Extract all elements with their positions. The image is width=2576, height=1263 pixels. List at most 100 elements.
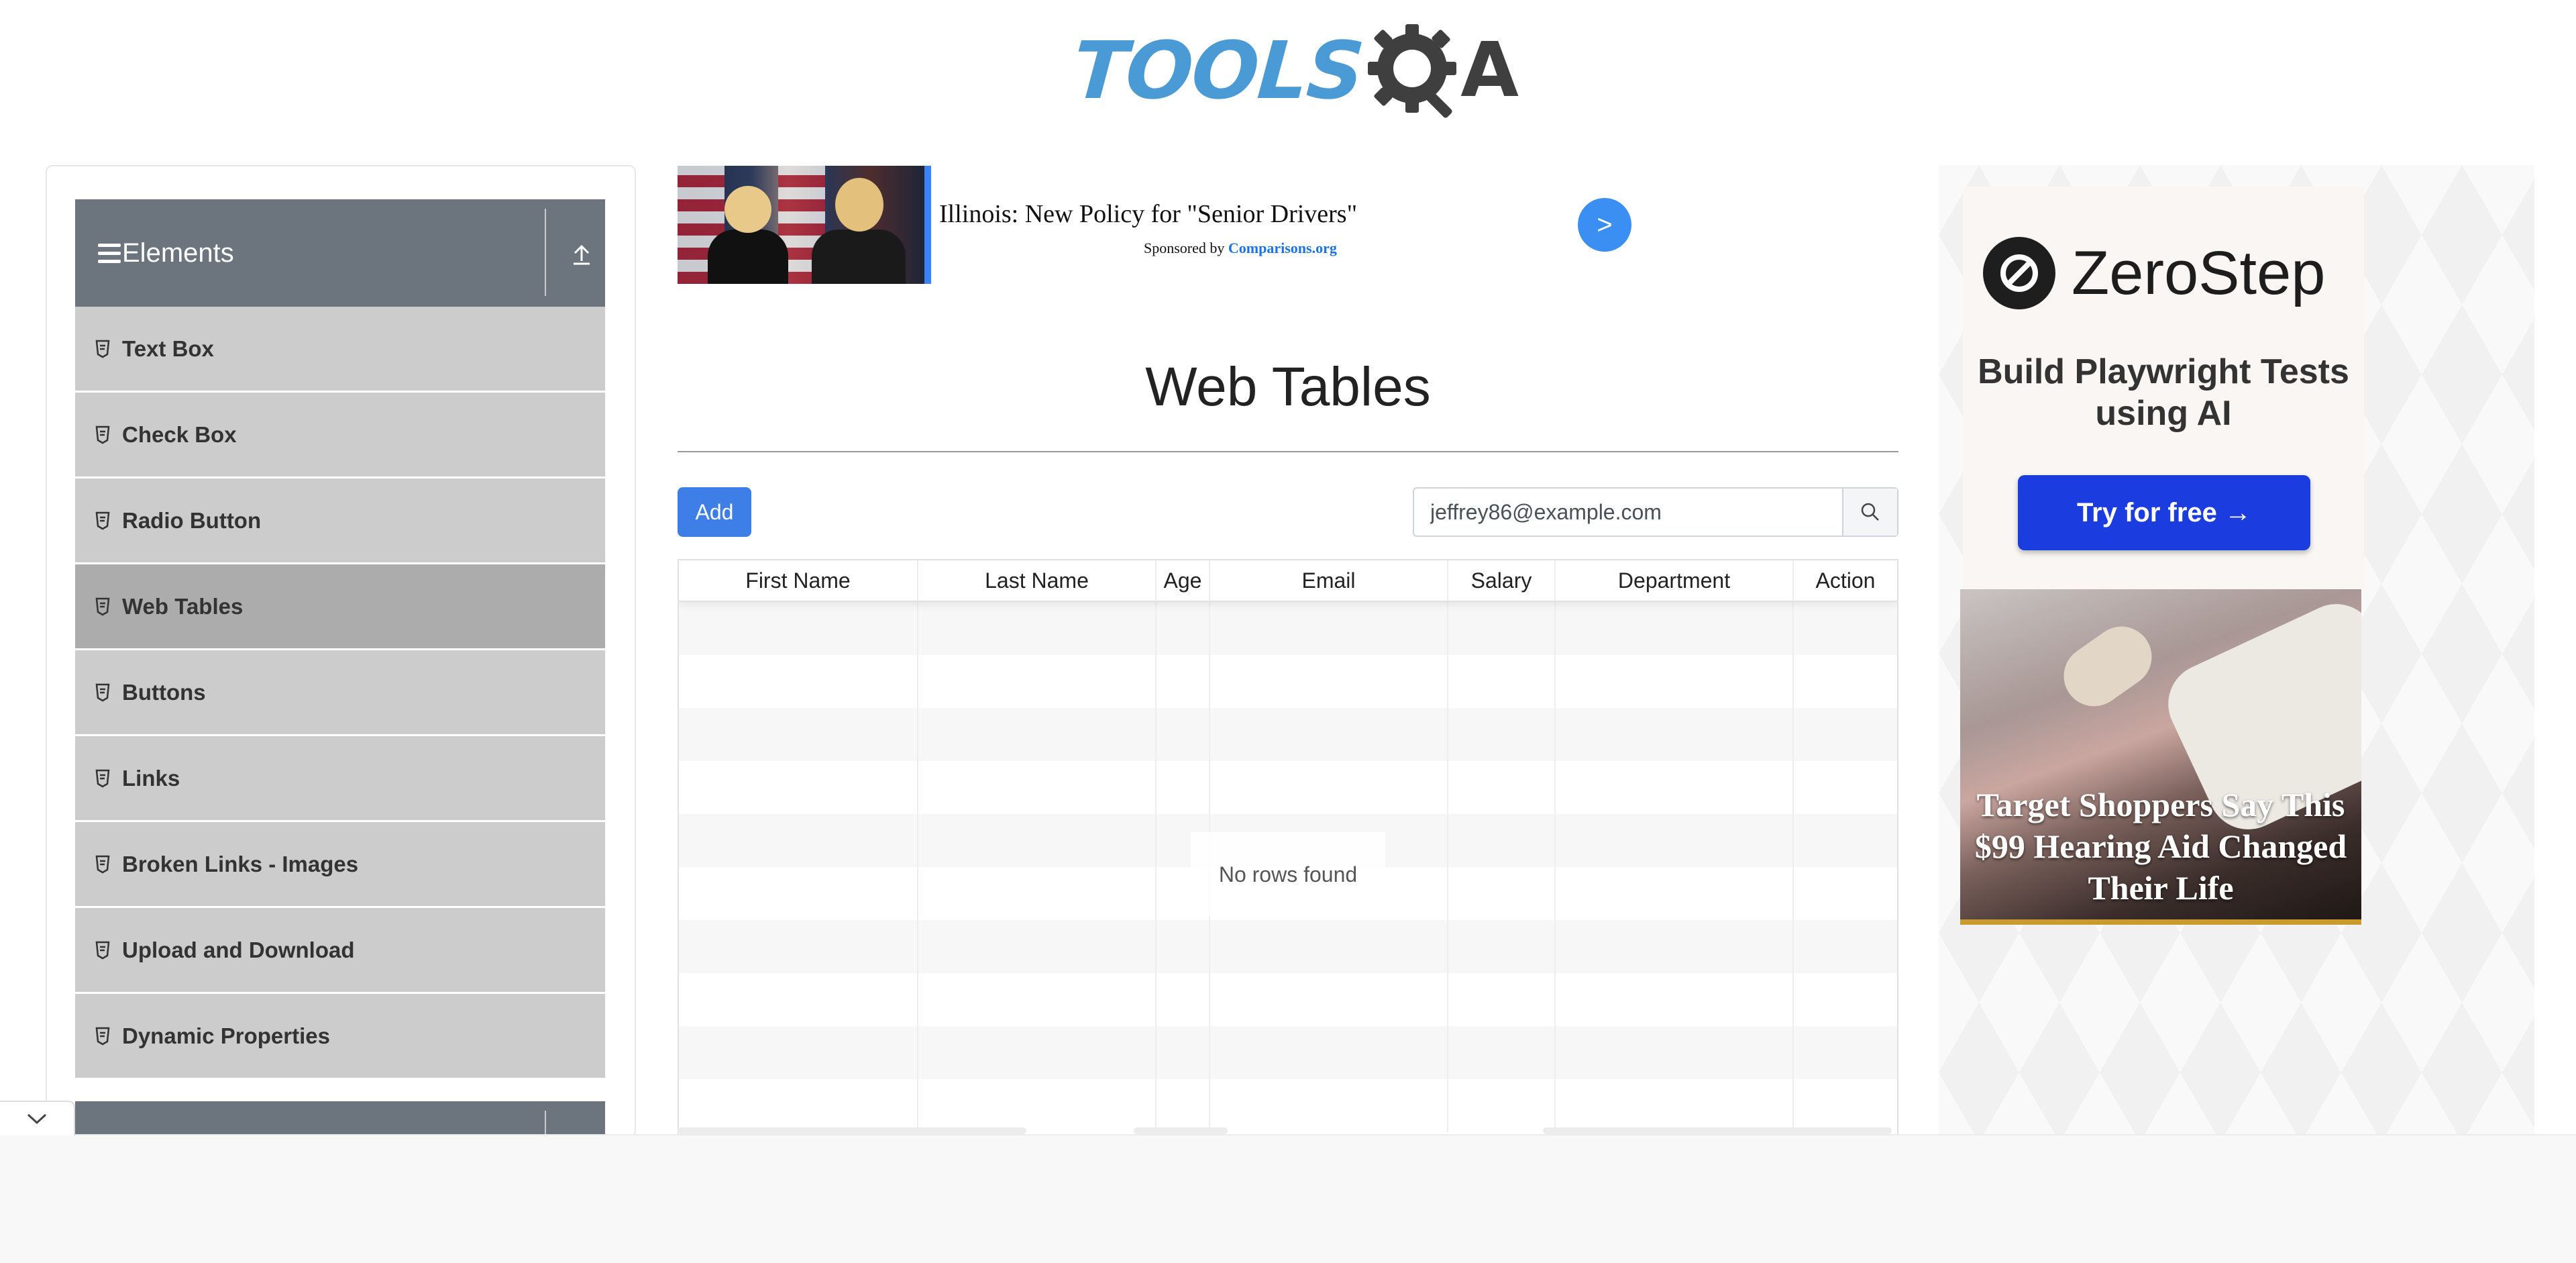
ad-photo-figure — [724, 186, 771, 233]
sidebar-group-elements[interactable]: Elements — [75, 199, 605, 307]
element-badge-icon — [95, 340, 110, 358]
table-cell — [1794, 655, 1897, 708]
scroll-track-segment — [1134, 1127, 1228, 1134]
table-cell — [1556, 920, 1794, 973]
ad-arrow-button[interactable]: > — [1578, 198, 1631, 252]
table-cell — [1448, 973, 1556, 1026]
column-header-action[interactable]: Action — [1794, 560, 1897, 601]
sidebar-item-radio-button[interactable]: Radio Button — [75, 478, 605, 564]
logo-text-a: A — [1460, 27, 1519, 114]
hearing-aid-headline[interactable]: Target Shoppers Say This $99 Hearing Aid… — [1960, 784, 2361, 909]
table-cell — [1210, 920, 1448, 973]
element-badge-icon — [95, 425, 110, 444]
table-cell — [1794, 761, 1897, 814]
ad-sponsor-link[interactable]: Comparisons.org — [1228, 240, 1337, 256]
scroll-track-segment — [678, 1127, 1026, 1134]
table-cell — [679, 867, 918, 920]
sidebar-item-text-box[interactable]: Text Box — [75, 307, 605, 393]
table-cell — [1157, 655, 1210, 708]
sidebar-item-label: Broken Links - Images — [122, 851, 359, 876]
table-row — [679, 1079, 1897, 1132]
table-cell — [1794, 920, 1897, 973]
table-cell — [1794, 602, 1897, 655]
table-cell — [1556, 1079, 1794, 1132]
table-cell — [679, 761, 918, 814]
table-cell — [1210, 1026, 1448, 1079]
table-cell — [918, 761, 1157, 814]
no-rows-message: No rows found — [1191, 832, 1385, 917]
table-row — [679, 920, 1897, 973]
sidebar-item-web-tables[interactable]: Web Tables — [75, 564, 605, 650]
table-cell — [1157, 602, 1210, 655]
table-row — [679, 655, 1897, 708]
sidebar-item-label: Links — [122, 765, 180, 791]
sidebar-item-dynamic-properties[interactable]: Dynamic Properties — [75, 994, 605, 1080]
sidebar-item-buttons[interactable]: Buttons — [75, 650, 605, 736]
ad-photo-figure — [835, 178, 883, 232]
sidebar-group-next[interactable] — [75, 1101, 605, 1135]
table-cell — [679, 602, 918, 655]
hearing-aid-ad[interactable]: Target Shoppers Say This $99 Hearing Aid… — [1960, 589, 2361, 925]
table-cell — [1210, 602, 1448, 655]
hearing-aid-image — [2051, 614, 2164, 719]
title-divider — [678, 451, 1898, 452]
table-cell — [918, 973, 1157, 1026]
table-cell — [1556, 973, 1794, 1026]
table-cell — [918, 1079, 1157, 1132]
table-cell — [1210, 973, 1448, 1026]
ad-headline[interactable]: Illinois: New Policy for "Senior Drivers… — [939, 199, 1357, 229]
table-cell — [679, 920, 918, 973]
table-cell — [1448, 920, 1556, 973]
element-badge-icon — [95, 1027, 110, 1045]
sidebar-group-title: Elements — [122, 238, 234, 268]
table-cell — [918, 708, 1157, 761]
column-header-last-name[interactable]: Last Name — [918, 560, 1157, 601]
sidebar-item-upload-download[interactable]: Upload and Download — [75, 908, 605, 994]
bottom-bar-toggle[interactable] — [0, 1101, 75, 1135]
sidebar-item-check-box[interactable]: Check Box — [75, 393, 605, 478]
page-title: Web Tables — [1145, 356, 1431, 417]
scroll-track-segment — [1543, 1127, 1892, 1134]
column-header-department[interactable]: Department — [1556, 560, 1794, 601]
column-header-salary[interactable]: Salary — [1448, 560, 1556, 601]
column-header-age[interactable]: Age — [1157, 560, 1210, 601]
table-cell — [1448, 867, 1556, 920]
top-advertisement[interactable]: Illinois: New Policy for "Senior Drivers… — [678, 166, 1633, 284]
table-cell — [679, 655, 918, 708]
table-cell — [679, 973, 918, 1026]
table-cell — [918, 867, 1157, 920]
column-header-email[interactable]: Email — [1210, 560, 1448, 601]
column-header-first-name[interactable]: First Name — [679, 560, 918, 601]
toolsqa-logo[interactable]: TOOLS A — [1070, 20, 1519, 121]
sidebar-item-broken-links[interactable]: Broken Links - Images — [75, 822, 605, 908]
table-cell — [1556, 1026, 1794, 1079]
collapse-arrow-icon[interactable] — [567, 238, 596, 268]
table-cell — [1448, 1026, 1556, 1079]
table-cell — [679, 1079, 918, 1132]
zerostep-logo: ZeroStep — [1983, 237, 2325, 309]
table-cell — [1794, 973, 1897, 1026]
table-cell — [1210, 655, 1448, 708]
table-cell — [679, 708, 918, 761]
sidebar-item-links[interactable]: Links — [75, 736, 605, 822]
ad-accent-bar — [924, 166, 931, 284]
add-button[interactable]: Add — [678, 487, 751, 537]
table-cell — [1157, 1026, 1210, 1079]
table-cell — [1448, 1079, 1556, 1132]
logo-text: TOOLS — [1070, 24, 1366, 117]
table-cell — [1794, 814, 1897, 867]
search-input[interactable] — [1414, 489, 1842, 536]
table-cell — [1556, 602, 1794, 655]
right-advertisement[interactable]: ZeroStep Build Playwright Tests using AI… — [1939, 165, 2534, 1135]
sidebar-item-label: Radio Button — [122, 507, 262, 533]
ad-photo-figure — [812, 230, 906, 284]
element-badge-icon — [95, 683, 110, 701]
table-header: First Name Last Name Age Email Salary De… — [679, 560, 1897, 602]
table-cell — [1448, 655, 1556, 708]
table-cell — [1794, 708, 1897, 761]
element-badge-icon — [95, 855, 110, 873]
search-button[interactable] — [1842, 489, 1897, 536]
zerostep-ad[interactable]: ZeroStep Build Playwright Tests using AI… — [1963, 187, 2364, 589]
try-for-free-button[interactable]: Try for free → — [2018, 475, 2310, 550]
table-cell — [1210, 708, 1448, 761]
